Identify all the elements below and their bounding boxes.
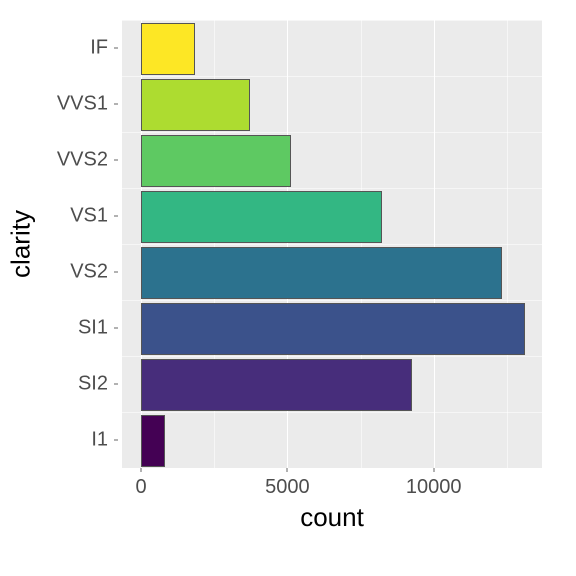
y-tick-mark — [114, 160, 118, 161]
y-axis-title: clarity — [6, 199, 37, 289]
y-tick-label: VVS2 — [46, 149, 114, 172]
y-tick-label: SI1 — [46, 317, 114, 340]
x-axis-title: count — [122, 502, 542, 533]
x-tick-mark — [141, 468, 142, 472]
bar-I1 — [141, 415, 165, 467]
x-tick-mark — [433, 468, 434, 472]
bar-SI1 — [141, 303, 525, 355]
x-tick-label: 5000 — [265, 476, 310, 499]
plot-panel — [122, 20, 542, 468]
bar-VVS2 — [141, 135, 291, 187]
y-tick-mark — [114, 104, 118, 105]
chart: IFVVS1VVS2VS1VS2SI1SI2I1 0500010000 clar… — [0, 0, 576, 576]
bar-VS1 — [141, 191, 382, 243]
y-tick-mark — [114, 440, 118, 441]
y-tick-mark — [114, 272, 118, 273]
y-tick-label: VS2 — [46, 261, 114, 284]
x-tick-label: 10000 — [406, 476, 462, 499]
y-tick-label: SI2 — [46, 373, 114, 396]
y-axis: IFVVS1VVS2VS1VS2SI1SI2I1 — [52, 20, 114, 468]
y-tick-label: VVS1 — [46, 93, 114, 116]
x-tick-label: 0 — [135, 476, 146, 499]
bar-VVS1 — [141, 79, 250, 131]
bars-layer — [122, 20, 542, 468]
bar-IF — [141, 23, 195, 75]
y-tick-mark — [114, 328, 118, 329]
x-tick-mark — [287, 468, 288, 472]
bar-SI2 — [141, 359, 412, 411]
y-tick-label: IF — [46, 37, 114, 60]
y-tick-mark — [114, 216, 118, 217]
y-tick-mark — [114, 384, 118, 385]
y-tick-label: I1 — [46, 429, 114, 452]
y-tick-mark — [114, 48, 118, 49]
bar-VS2 — [141, 247, 502, 299]
y-tick-label: VS1 — [46, 205, 114, 228]
